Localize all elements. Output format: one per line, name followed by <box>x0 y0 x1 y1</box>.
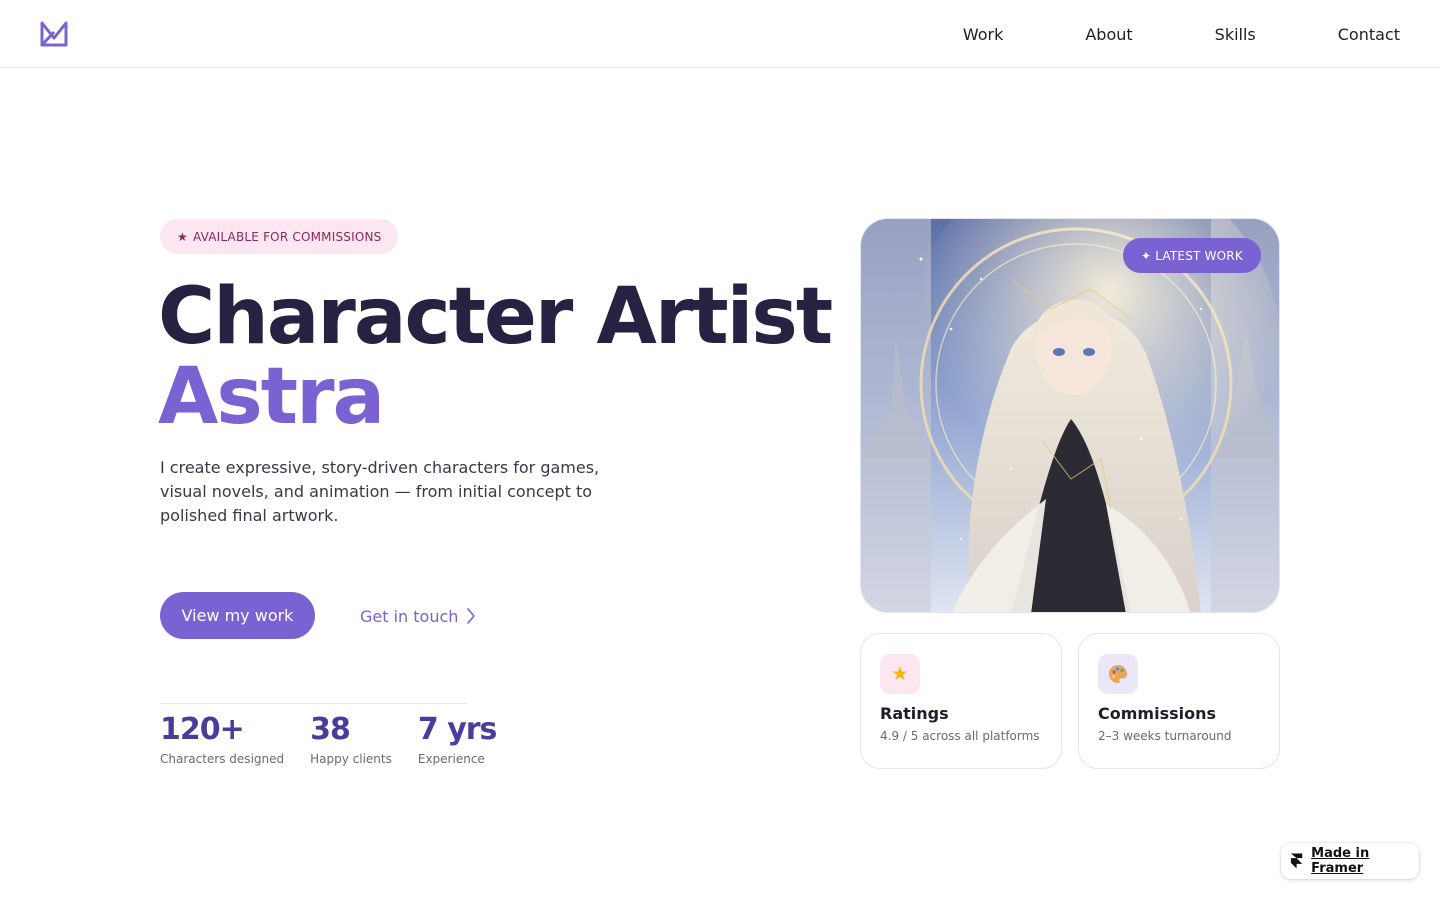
commissions-card: Commissions 2–3 weeks turnaround <box>1078 633 1280 769</box>
made-in-framer-label: Made in Framer <box>1311 846 1370 876</box>
view-work-button[interactable]: View my work <box>160 592 315 639</box>
nav-about[interactable]: About <box>1085 25 1132 44</box>
monogram-logo-icon[interactable] <box>40 20 68 48</box>
availability-badge: ★ AVAILABLE FOR COMMISSIONS <box>160 219 399 254</box>
hero-title: Character Artist <box>158 272 833 362</box>
get-in-touch-label: Get in touch <box>360 606 459 626</box>
stat-label: Happy clients <box>310 752 392 766</box>
hero-name: Astra <box>158 352 385 442</box>
stat-label: Experience <box>417 752 485 766</box>
stat-characters: 120+ Characters designed <box>160 712 284 766</box>
latest-artwork-image[interactable] <box>860 218 1280 613</box>
card-title: Ratings <box>880 704 949 723</box>
latest-work-badge: ✦ LATEST WORK <box>1123 238 1261 273</box>
ratings-card: ★ Ratings 4.9 / 5 across all platforms <box>860 633 1062 769</box>
latest-work-badge-label: LATEST WORK <box>1155 248 1243 263</box>
star-emoji-icon: ★ <box>880 654 920 694</box>
card-subtitle: 2–3 weeks turnaround <box>1098 729 1232 743</box>
palette-emoji-icon <box>1098 654 1138 694</box>
stat-value: 7 yrs <box>417 712 498 747</box>
character-illustration <box>861 219 1279 612</box>
stat-experience: 7 yrs Experience <box>417 712 498 766</box>
sparkle-icon: ✦ <box>1141 248 1152 263</box>
nav-work[interactable]: Work <box>963 25 1004 44</box>
nav-contact[interactable]: Contact <box>1338 25 1400 44</box>
get-in-touch-link[interactable]: Get in touch <box>360 604 476 628</box>
card-title: Commissions <box>1098 704 1216 723</box>
framer-logo-icon <box>1290 853 1303 869</box>
stat-value: 38 <box>310 712 351 747</box>
site-header: Work About Skills Contact <box>0 0 1440 68</box>
card-subtitle: 4.9 / 5 across all platforms <box>880 729 1040 743</box>
star-icon: ★ <box>177 229 188 244</box>
stat-label: Characters designed <box>160 752 285 766</box>
stat-clients: 38 Happy clients <box>310 712 392 766</box>
chevron-right-icon <box>467 608 476 624</box>
main-nav: Work About Skills Contact <box>963 0 1400 68</box>
stats-row: 120+ Characters designed 38 Happy client… <box>160 703 497 766</box>
stat-value: 120+ <box>160 712 245 747</box>
hero-description: I create expressive, story-driven charac… <box>160 458 600 525</box>
made-in-framer-badge[interactable]: Made in Framer <box>1281 843 1419 879</box>
availability-badge-label: AVAILABLE FOR COMMISSIONS <box>192 229 382 244</box>
nav-skills[interactable]: Skills <box>1215 25 1256 44</box>
